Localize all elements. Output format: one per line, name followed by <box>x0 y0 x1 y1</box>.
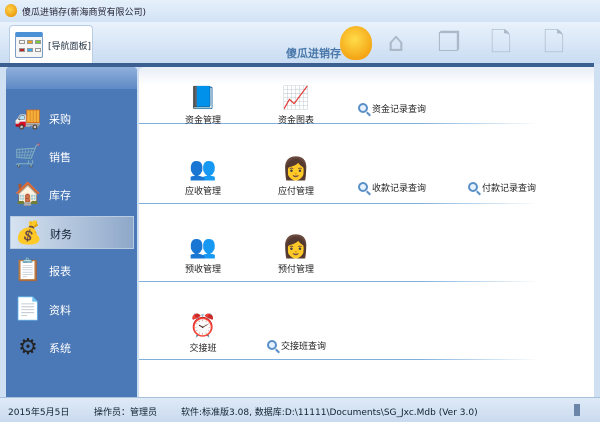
windows-button[interactable]: ❐ <box>432 28 466 58</box>
add-document-button[interactable]: 🗋 <box>484 28 518 58</box>
sidebar-item-5[interactable]: 📄 资料 <box>10 293 134 326</box>
sidebar-item-3[interactable]: 💰 财务 <box>10 216 134 249</box>
module-prepay[interactable]: 👩 预付管理 <box>266 235 326 275</box>
status-operator: 操作员：管理员 <box>94 408 158 418</box>
divider <box>139 203 539 204</box>
module-prereceive[interactable]: 👥 预收管理 <box>173 235 233 275</box>
sidebar-item-label: 报表 <box>49 265 71 278</box>
module-label: 交接班 <box>189 344 217 354</box>
main-header <box>139 67 594 85</box>
sidebar-item-label: 销售 <box>49 151 71 164</box>
divider <box>139 281 539 282</box>
fund-record-query-link[interactable]: 资金记录查询 <box>358 102 426 116</box>
module-label: 预收管理 <box>184 265 221 275</box>
module-receivable[interactable]: 👥 应收管理 <box>173 157 233 197</box>
status-software: 软件:标准版3.08, 数据库:D:\11111\Documents\SG_Jx… <box>181 408 478 418</box>
sidebar-item-label: 财务 <box>50 228 72 241</box>
remove-document-button[interactable]: 🗋 <box>537 28 571 58</box>
module-payable[interactable]: 👩 应付管理 <box>266 157 326 197</box>
home-button[interactable]: ⌂ <box>379 28 413 58</box>
link-label: 付款记录查询 <box>482 184 537 194</box>
sidebar-item-label: 资料 <box>49 304 71 317</box>
divider <box>139 359 539 360</box>
house-icon: 🏠 <box>14 182 42 207</box>
module-ledger[interactable]: 📘 资金管理 <box>173 86 233 126</box>
status-date: 2015年5月5日 <box>8 408 70 418</box>
module-label: 预付管理 <box>277 265 314 275</box>
title-bar: 傻瓜进销存(新海商贸有限公司) <box>0 0 600 22</box>
app-mascot-icon <box>5 4 17 17</box>
tab-label: [导航面板] <box>48 42 92 52</box>
alarm-clock-icon: ⏰ <box>189 314 217 339</box>
payment-record-query-link[interactable]: 付款记录查询 <box>468 181 536 195</box>
module-label: 资金图表 <box>277 116 314 126</box>
mascot-logo <box>340 26 372 60</box>
sidebar-item-6[interactable]: ⚙ 系统 <box>10 331 134 364</box>
module-label: 应收管理 <box>184 187 221 197</box>
module-label: 应付管理 <box>277 187 314 197</box>
search-icon <box>358 103 368 113</box>
scroll-grip[interactable] <box>574 404 580 416</box>
search-icon <box>358 182 368 192</box>
search-icon <box>468 182 478 192</box>
receivable-icon: 👥 <box>189 157 217 182</box>
truck-icon: 🚚 <box>14 106 42 131</box>
money-icon: 💰 <box>15 221 43 246</box>
module-alarm-clock[interactable]: ⏰ 交接班 <box>173 314 233 354</box>
sidebar-item-0[interactable]: 🚚 采购 <box>10 102 134 135</box>
ledger-icon: 📘 <box>189 86 217 111</box>
link-label: 交接班查询 <box>281 342 327 352</box>
chart-cart-icon: 📈 <box>282 86 310 111</box>
prereceive-icon: 👥 <box>189 235 217 260</box>
sheet-icon: 📄 <box>14 297 42 322</box>
payable-icon: 👩 <box>282 157 310 182</box>
panel-icon <box>15 32 43 58</box>
search-icon <box>267 340 277 350</box>
sidebar-header <box>6 67 137 89</box>
tab-nav-panel[interactable]: [导航面板] <box>9 25 93 65</box>
module-chart-cart[interactable]: 📈 资金图表 <box>266 86 326 126</box>
shift-query-link[interactable]: 交接班查询 <box>267 339 326 353</box>
sidebar-item-4[interactable]: 📋 报表 <box>10 254 134 287</box>
window-title: 傻瓜进销存(新海商贸有限公司) <box>22 8 147 18</box>
receipt-record-query-link[interactable]: 收款记录查询 <box>358 181 426 195</box>
module-label: 资金管理 <box>184 116 221 126</box>
report-icon: 📋 <box>14 258 42 283</box>
prepay-icon: 👩 <box>282 235 310 260</box>
sidebar-item-label: 库存 <box>49 189 71 202</box>
gear-icon: ⚙ <box>18 335 38 360</box>
sidebar-item-2[interactable]: 🏠 库存 <box>10 178 134 211</box>
sidebar-item-label: 系统 <box>49 342 71 355</box>
status-bar: 2015年5月5日 操作员：管理员 软件:标准版3.08, 数据库:D:\111… <box>0 397 600 422</box>
link-label: 资金记录查询 <box>372 105 427 115</box>
brand-logo-text: 傻瓜进销存 <box>286 47 341 60</box>
link-label: 收款记录查询 <box>372 184 427 194</box>
sidebar-item-1[interactable]: 🛒 销售 <box>10 140 134 173</box>
sidebar-item-label: 采购 <box>49 113 71 126</box>
cart-icon: 🛒 <box>14 144 42 169</box>
